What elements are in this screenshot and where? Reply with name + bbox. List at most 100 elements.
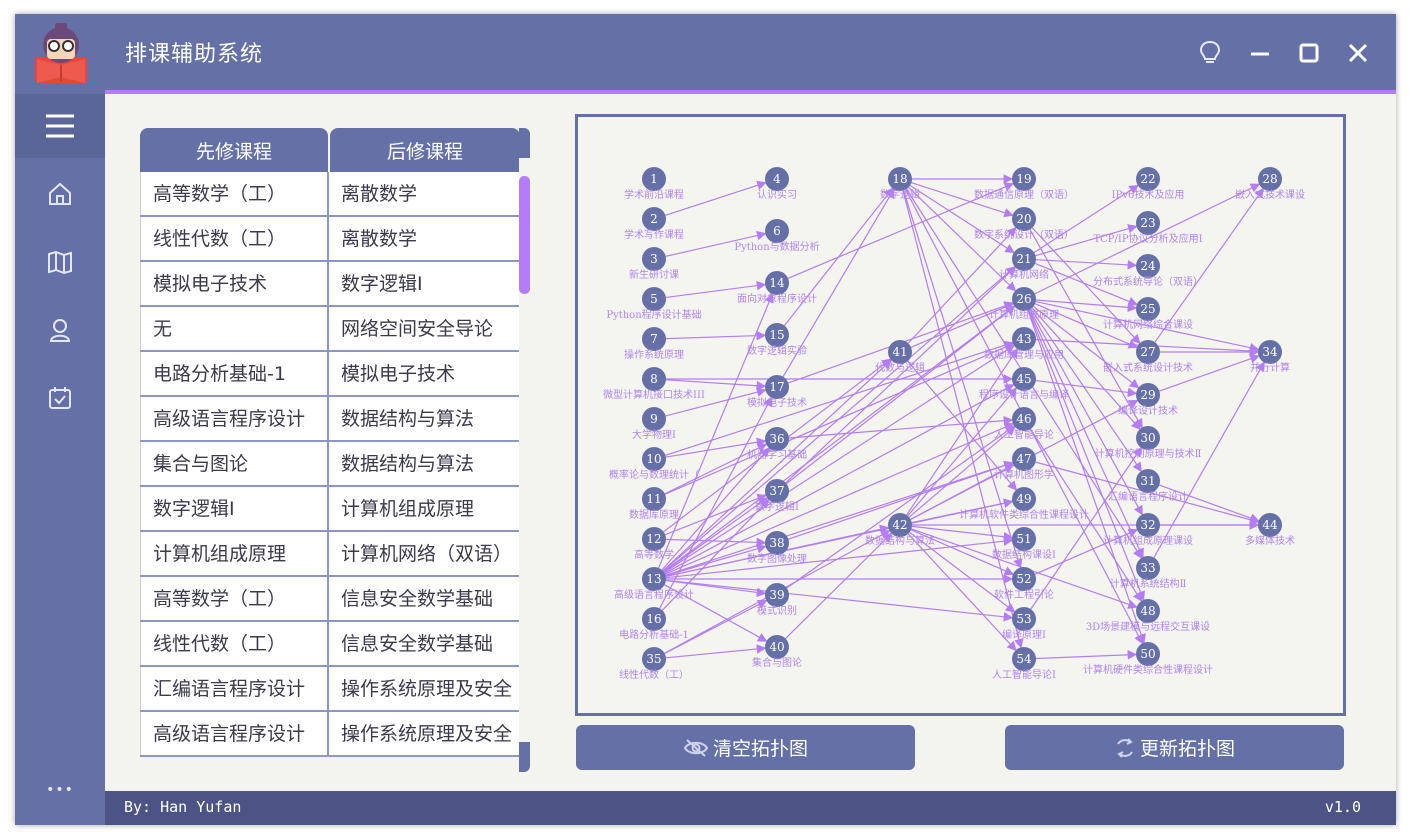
graph-node-label: 人工智能导论: [994, 428, 1054, 441]
successor-cell: 离散数学: [341, 227, 418, 250]
calendar-check-icon[interactable]: [15, 366, 105, 430]
refresh-topology-button[interactable]: 更新拓扑图: [1005, 725, 1344, 770]
graph-node-label: 代数与逻辑: [875, 361, 925, 374]
scrollbar-thumb[interactable]: [519, 176, 530, 294]
table-row[interactable]: 模拟电子技术 数字逻辑Ⅰ: [140, 262, 519, 307]
successor-cell: 数据结构与算法: [341, 452, 475, 475]
table-row[interactable]: 电路分析基础-1 模拟电子技术: [140, 352, 519, 397]
graph-node[interactable]: 25 计算机网络综合课设: [1103, 297, 1193, 331]
graph-node-label: Python与数据分析: [734, 240, 819, 253]
prerequisite-cell: 高级语言程序设计: [140, 397, 329, 440]
graph-node-id: 9: [650, 412, 658, 426]
graph-node[interactable]: 5 Python程序设计基础: [606, 287, 702, 321]
graph-node-id: 49: [1016, 492, 1031, 506]
graph-node[interactable]: 27 嵌入式系统设计技术: [1103, 340, 1193, 374]
graph-node-id: 45: [1016, 372, 1031, 386]
graph-node[interactable]: 22 IPv6技术及应用: [1112, 167, 1185, 201]
graph-node[interactable]: 3 新生研讨课: [629, 247, 679, 281]
graph-node[interactable]: 50 计算机硬件类综合性课程设计: [1083, 642, 1213, 676]
home-icon[interactable]: [15, 162, 105, 226]
graph-node[interactable]: 21 计算机网络: [999, 247, 1049, 281]
graph-node-id: 6: [773, 224, 781, 238]
graph-node[interactable]: 13 高级语言程序设计: [614, 567, 694, 601]
graph-node[interactable]: 20 数字系统设计（双语）: [974, 207, 1074, 241]
graph-node[interactable]: 54 人工智能导论Ⅰ: [992, 647, 1056, 681]
graph-node-id: 47: [1016, 452, 1031, 466]
graph-edge: [1035, 259, 1138, 270]
graph-node-label: 计算机控制原理与技术Ⅱ: [1095, 447, 1202, 460]
graph-node[interactable]: 7 操作系统原理: [624, 327, 684, 361]
app-title: 排课辅助系统: [125, 42, 264, 67]
graph-node[interactable]: 23 TCP/IP协议分析及应用Ⅰ: [1093, 211, 1203, 245]
graph-edge: [1035, 299, 1138, 313]
graph-node[interactable]: 10 概率论与数理统计（: [609, 447, 699, 481]
successor-cell: 模拟电子技术: [341, 362, 456, 385]
graph-node[interactable]: 40 集合与图论: [752, 635, 802, 669]
table-row[interactable]: 高等数学（工） 离散数学: [140, 172, 519, 217]
maximize-icon[interactable]: [1294, 38, 1324, 68]
graph-node[interactable]: 53 编译原理Ⅰ: [1002, 607, 1046, 641]
table-row[interactable]: 高级语言程序设计 数据结构与算法: [140, 397, 519, 442]
header-successor: 后修课程: [330, 128, 520, 172]
title-accent-line: [105, 90, 1396, 94]
graph-node-id: 53: [1016, 612, 1031, 626]
graph-node[interactable]: 9 大学物理Ⅰ: [632, 407, 676, 441]
table-row[interactable]: 无网络空间安全导论: [140, 307, 519, 352]
table-row[interactable]: 汇编语言程序设计 操作系统原理及安全: [140, 667, 519, 712]
graph-node-label: 线性代数（工）: [619, 668, 689, 681]
minimize-icon[interactable]: [1245, 38, 1275, 68]
table-row[interactable]: 线性代数（工） 离散数学: [140, 217, 519, 262]
user-icon[interactable]: [15, 298, 105, 362]
table-row[interactable]: 集合与图论 数据结构与算法: [140, 442, 519, 487]
graph-node[interactable]: 6 Python与数据分析: [734, 219, 820, 253]
graph-node[interactable]: 46 人工智能导论: [994, 407, 1054, 441]
clear-topology-button[interactable]: 清空拓扑图: [576, 725, 915, 770]
graph-node[interactable]: 52 软件工程引论: [994, 567, 1054, 601]
table-row[interactable]: 数字逻辑Ⅰ 计算机组成原理: [140, 487, 519, 532]
more-icon[interactable]: •••: [15, 770, 105, 810]
table-row[interactable]: 计算机组成原理 计算机网络（双语）: [140, 532, 519, 577]
graph-node[interactable]: 36 机器学习基础: [747, 427, 807, 461]
prerequisite-cell: 高级语言程序设计: [140, 712, 329, 755]
successor-cell: 信息安全数学基础: [341, 632, 494, 655]
graph-node[interactable]: 30 计算机控制原理与技术Ⅱ: [1095, 426, 1202, 460]
graph-node-id: 7: [650, 332, 658, 346]
graph-node-id: 48: [1140, 604, 1155, 618]
graph-node-id: 52: [1016, 572, 1031, 586]
table-row[interactable]: 线性代数（工） 信息安全数学基础: [140, 622, 519, 667]
prerequisite-cell: 高等数学（工）: [140, 577, 329, 620]
graph-node[interactable]: 45 程序设计语言与编译: [979, 367, 1069, 401]
graph-node[interactable]: 24 分布式系统导论（双语）: [1093, 254, 1203, 288]
menu-icon[interactable]: [15, 94, 105, 158]
graph-node[interactable]: 1 学术前沿课程: [624, 167, 684, 201]
graph-node[interactable]: 16 电路分析基础-1: [619, 607, 689, 641]
graph-node-id: 8: [650, 372, 658, 386]
graph-node-label: 认识实习: [757, 188, 797, 201]
graph-node[interactable]: 14 面向对象程序设计: [737, 271, 817, 305]
graph-node[interactable]: 28 嵌入式技术课设: [1235, 167, 1305, 201]
graph-node[interactable]: 43 数据库管理与应用: [984, 327, 1064, 361]
graph-node[interactable]: 35 线性代数（工）: [619, 647, 689, 681]
close-icon[interactable]: [1343, 38, 1373, 68]
graph-node[interactable]: 48 3D场景建模与远程交互课设: [1086, 599, 1210, 633]
graph-node[interactable]: 51 数据结构课设Ⅰ: [992, 527, 1056, 561]
graph-node[interactable]: 15 数字逻辑实验: [747, 323, 807, 357]
table-row[interactable]: 高等数学（工） 信息安全数学基础: [140, 577, 519, 622]
graph-node-id: 41: [892, 345, 907, 359]
graph-node-label: 微型计算机接口技术III: [603, 388, 705, 401]
graph-node-id: 50: [1140, 647, 1155, 661]
graph-node[interactable]: 11 数据库原理: [629, 487, 679, 521]
graph-node[interactable]: 33 计算机系统结构Ⅱ: [1110, 556, 1187, 590]
graph-node-id: 46: [1016, 412, 1031, 426]
graph-node[interactable]: 37 数字逻辑Ⅰ: [755, 479, 799, 513]
graph-node[interactable]: 8 微型计算机接口技术III: [603, 367, 705, 401]
graph-node-id: 16: [646, 612, 661, 626]
lightbulb-icon[interactable]: [1195, 38, 1225, 68]
table-row[interactable]: 高级语言程序设计 操作系统原理及安全: [140, 712, 519, 757]
book-icon[interactable]: [15, 230, 105, 294]
graph-node[interactable]: 19 数据通信原理（双语）: [974, 167, 1074, 201]
graph-node-id: 11: [646, 492, 661, 506]
graph-node-label: 电路分析基础-1: [619, 628, 689, 641]
graph-node-label: 模拟电子技术: [747, 396, 807, 409]
graph-node-id: 39: [769, 588, 784, 602]
